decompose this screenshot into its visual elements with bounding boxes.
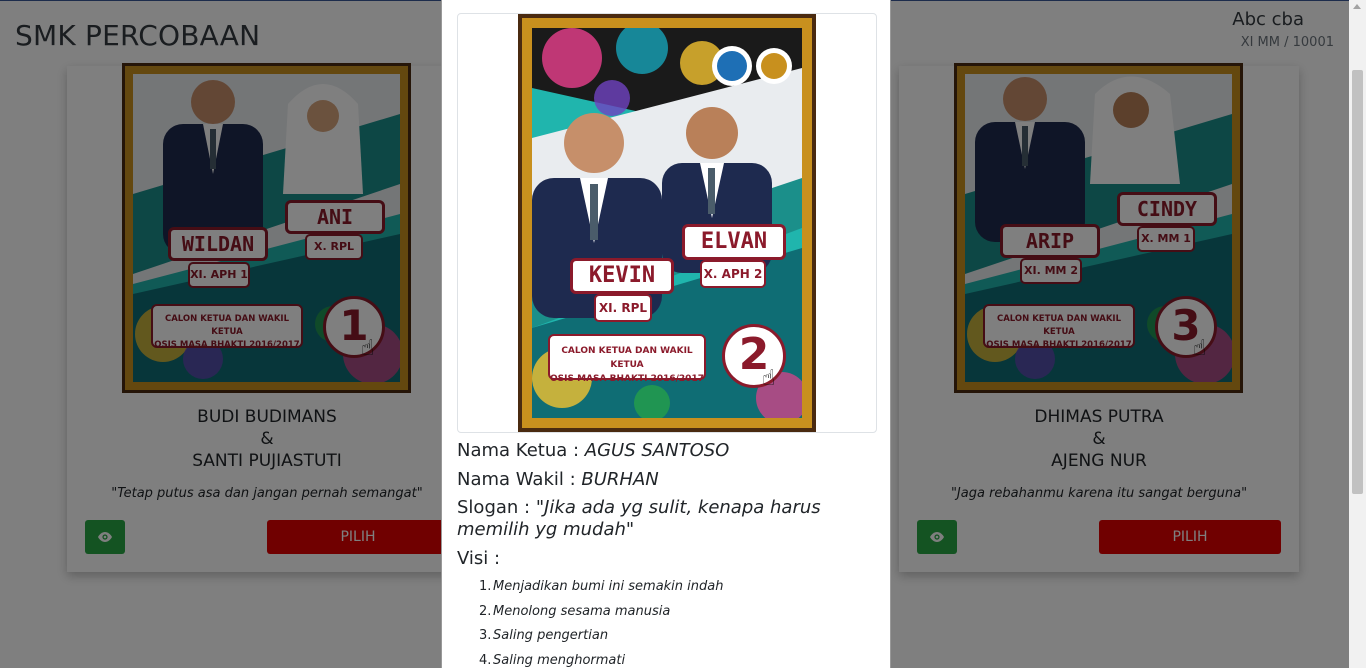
scrollbar-thumb[interactable] [1352, 70, 1363, 494]
wakil-label: Nama Wakil : [457, 469, 576, 490]
ketua-name-badge: KEVIN [570, 258, 674, 294]
modal-candidate-poster: KEVIN XI. RPL ELVAN X. APH 2 CALON KETUA… [518, 14, 816, 432]
candidate-detail-modal: KEVIN XI. RPL ELVAN X. APH 2 CALON KETUA… [441, 0, 891, 668]
visi-item: 4. Saling menghormati [479, 652, 626, 668]
wakil-name-badge: ELVAN [682, 224, 786, 260]
visi-item: 1. Menjadikan bumi ini semakin indah [479, 579, 724, 594]
wakil-value: BURHAN [581, 469, 659, 490]
wakil-detail: Nama Wakil : BURHAN [457, 469, 877, 491]
pointer-hand-icon: ☝ [762, 366, 776, 391]
scroll-up-arrow-icon[interactable] [1353, 4, 1361, 9]
ketua-value: AGUS SANTOSO [584, 440, 730, 461]
modal-image-frame: KEVIN XI. RPL ELVAN X. APH 2 CALON KETUA… [457, 13, 877, 433]
page-scrollbar[interactable] [1349, 0, 1366, 668]
visi-list: 1. Menjadikan bumi ini semakin indah 2. Me… [479, 578, 879, 668]
visi-item: 3. Saling pengertian [479, 628, 609, 643]
wakil-class-badge: X. APH 2 [700, 260, 766, 288]
ketua-label: Nama Ketua : [457, 440, 580, 461]
candidate-number: 2 [722, 324, 786, 388]
poster-caption-line1: CALON KETUA DAN WAKIL KETUA [561, 346, 693, 370]
poster-caption-line2: OSIS MASA BHAKTI 2016/2017 [550, 374, 704, 384]
ketua-detail: Nama Ketua : AGUS SANTOSO [457, 440, 877, 462]
slogan-label: Slogan : [457, 497, 531, 518]
ketua-class-badge: XI. RPL [594, 294, 652, 322]
slogan-detail: Slogan : "Jika ada yg sulit, kenapa haru… [457, 497, 877, 541]
visi-item: 2. Menolong sesama manusia [479, 603, 671, 619]
poster-caption: CALON KETUA DAN WAKIL KETUA OSIS MASA BH… [548, 334, 706, 384]
visi-label: Visi : [457, 548, 501, 569]
